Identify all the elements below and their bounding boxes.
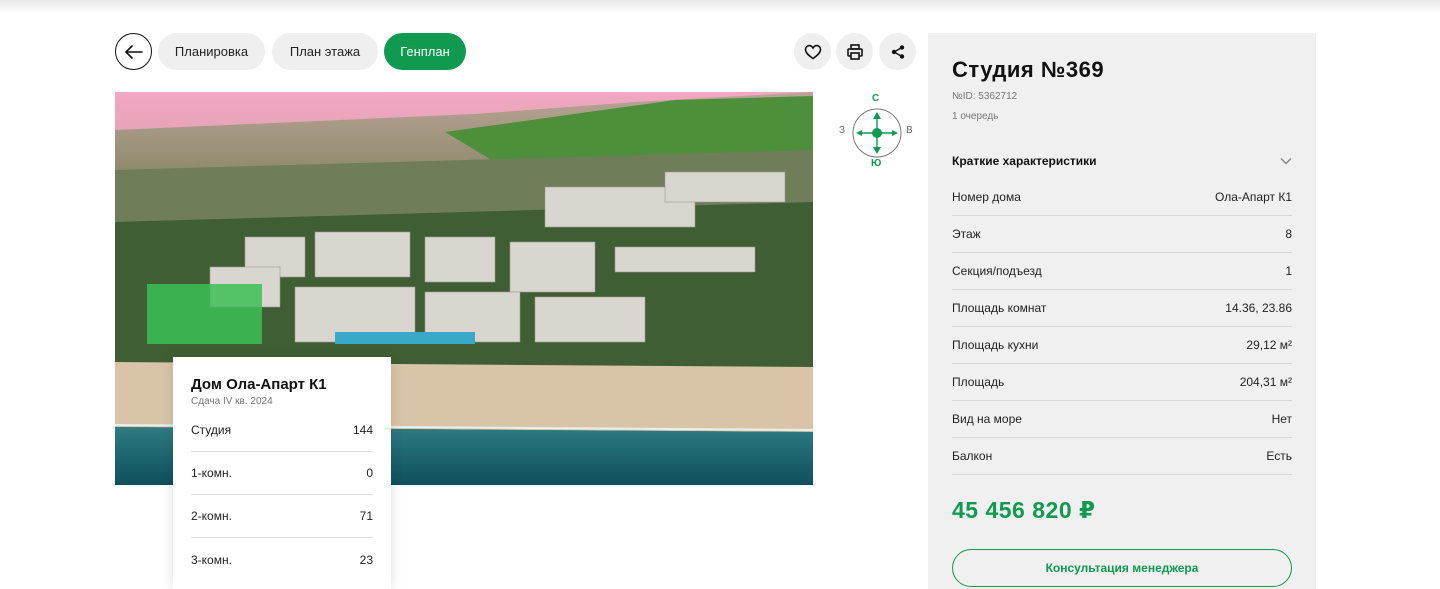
print-button[interactable] bbox=[836, 33, 873, 70]
apartment-panel: Студия №369 №ID: 5362712 1 очередь Кратк… bbox=[928, 33, 1316, 589]
apartment-title: Студия №369 bbox=[952, 57, 1105, 82]
spec-value: 1 bbox=[1285, 264, 1292, 278]
spec-value: 29,12 м² bbox=[1246, 338, 1292, 352]
compass-east: В bbox=[906, 125, 913, 136]
spec-value: Ола-Апарт К1 bbox=[1215, 190, 1292, 204]
spec-row-balcony: Балкон Есть bbox=[952, 438, 1292, 475]
apartment-queue: 1 очередь bbox=[952, 111, 999, 122]
compass: С Ю З В bbox=[836, 92, 918, 174]
specs-title: Краткие характеристики bbox=[952, 154, 1097, 168]
apartment-price: 45 456 820 ₽ bbox=[952, 497, 1096, 523]
printer-icon bbox=[846, 43, 863, 60]
house-row-label: Студия bbox=[191, 423, 232, 437]
spec-row-sea-view: Вид на море Нет bbox=[952, 401, 1292, 438]
spec-value: Есть bbox=[1266, 449, 1292, 463]
arrow-left-icon bbox=[124, 44, 143, 59]
house-row-3room: 3-комн. 23 bbox=[191, 538, 373, 581]
house-row-label: 3-комн. bbox=[191, 552, 232, 567]
house-row-studio: Студия 144 bbox=[191, 409, 373, 452]
spec-row-section: Секция/подъезд 1 bbox=[952, 253, 1292, 290]
house-row-value: 23 bbox=[359, 552, 373, 567]
spec-label: Площадь комнат bbox=[952, 301, 1047, 315]
tab-layout[interactable]: Планировка bbox=[158, 33, 265, 70]
specs-toggle[interactable]: Краткие характеристики bbox=[952, 151, 1292, 171]
house-row-1room: 1-комн. 0 bbox=[191, 452, 373, 495]
spec-value: Нет bbox=[1271, 412, 1292, 426]
specs-list: Номер дома Ола-Апарт К1 Этаж 8 Секция/по… bbox=[952, 179, 1292, 475]
tab-master-plan[interactable]: Генплан bbox=[384, 33, 466, 70]
share-icon bbox=[891, 44, 904, 59]
spec-label: Этаж bbox=[952, 227, 981, 241]
spec-label: Номер дома bbox=[952, 190, 1021, 204]
spec-value: 204,31 м² bbox=[1239, 375, 1292, 389]
house-row-label: 2-комн. bbox=[191, 509, 232, 523]
spec-row-kitchen-area: Площадь кухни 29,12 м² bbox=[952, 327, 1292, 364]
spec-value: 14.36, 23.86 bbox=[1225, 301, 1292, 315]
apartment-id: №ID: 5362712 bbox=[952, 91, 1018, 102]
consult-manager-button[interactable]: Консультация менеджера bbox=[952, 549, 1292, 587]
house-row-label: 1-комн. bbox=[191, 466, 232, 480]
spec-label: Площадь кухни bbox=[952, 338, 1039, 352]
house-info-card: Дом Ола-Апарт К1 Сдача IV кв. 2024 Студи… bbox=[173, 357, 391, 589]
chevron-down-icon bbox=[1280, 157, 1292, 165]
house-delivery-date: Сдача IV кв. 2024 bbox=[191, 396, 273, 407]
spec-row-floor: Этаж 8 bbox=[952, 216, 1292, 253]
spec-label: Площадь bbox=[952, 375, 1005, 389]
compass-north: С bbox=[872, 93, 880, 104]
header-shadow bbox=[0, 0, 1440, 14]
spec-label: Балкон bbox=[952, 449, 993, 463]
spec-row-room-area: Площадь комнат 14.36, 23.86 bbox=[952, 290, 1292, 327]
heart-icon bbox=[804, 44, 821, 59]
tab-floor-plan[interactable]: План этажа bbox=[272, 33, 378, 70]
house-title: Дом Ола-Апарт К1 bbox=[191, 376, 327, 393]
compass-west: З bbox=[839, 125, 846, 136]
house-row-value: 144 bbox=[352, 423, 373, 437]
spec-value: 8 bbox=[1285, 227, 1292, 241]
highlighted-house bbox=[147, 284, 262, 344]
spec-label: Вид на море bbox=[952, 412, 1022, 426]
back-button[interactable] bbox=[115, 33, 152, 70]
house-row-value: 0 bbox=[366, 466, 373, 480]
house-row-2room: 2-комн. 71 bbox=[191, 495, 373, 538]
spec-row-total-area: Площадь 204,31 м² bbox=[952, 364, 1292, 401]
house-row-value: 71 bbox=[359, 509, 373, 523]
compass-icon bbox=[852, 108, 902, 158]
favorite-button[interactable] bbox=[794, 33, 831, 70]
spec-label: Секция/подъезд bbox=[952, 264, 1042, 278]
share-button[interactable] bbox=[879, 33, 916, 70]
spec-row-house: Номер дома Ола-Апарт К1 bbox=[952, 179, 1292, 216]
